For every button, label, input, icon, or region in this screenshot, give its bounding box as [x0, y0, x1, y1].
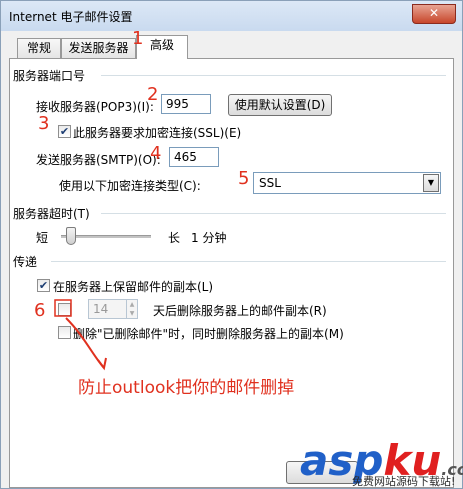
close-button[interactable]: ✕	[412, 4, 456, 24]
spin-down-icon[interactable]: ▼	[130, 310, 135, 317]
timeout-long-label: 长	[168, 231, 181, 245]
spin-up-icon[interactable]: ▲	[130, 301, 135, 308]
email-settings-window: Internet 电子邮件设置 ✕ 常规 发送服务器 高级 服务器端口号 接收服…	[0, 0, 463, 489]
delivery-section-label: 传递	[13, 253, 42, 270]
days-input[interactable]: 14	[88, 299, 128, 319]
title-bar: Internet 电子邮件设置 ✕	[1, 1, 462, 31]
tab-outgoing-server[interactable]: 发送服务器	[61, 38, 136, 58]
annotation-1: 1	[132, 28, 144, 49]
keep-copy-checkbox[interactable]: ✔	[37, 279, 50, 292]
window-title: Internet 电子邮件设置	[9, 10, 133, 24]
remove-after-label: 天后删除服务器上的邮件副本(R)	[153, 304, 327, 318]
ports-section-label: 服务器端口号	[13, 67, 90, 84]
annotation-3: 3	[38, 113, 50, 134]
tab-advanced[interactable]: 高级	[136, 35, 188, 59]
annotation-4: 4	[150, 143, 162, 164]
advanced-panel	[9, 58, 454, 488]
keep-copy-label: 在服务器上保留邮件的副本(L)	[53, 280, 214, 294]
dropdown-arrow-icon[interactable]: ▼	[423, 174, 439, 192]
remove-after-checkbox[interactable]	[58, 303, 71, 316]
encryption-type-select[interactable]: SSL ▼	[253, 172, 441, 194]
watermark-tagline: 免费网站源码下载站!	[352, 475, 456, 488]
encryption-type-value: SSL	[259, 176, 281, 190]
outgoing-port-input[interactable]: 465	[169, 147, 219, 167]
remove-deleted-checkbox[interactable]	[58, 326, 71, 339]
annotation-5: 5	[238, 168, 250, 189]
encryption-type-label: 使用以下加密连接类型(C):	[59, 179, 201, 193]
timeout-value: 1 分钟	[191, 231, 227, 245]
annotation-6: 6	[34, 300, 46, 321]
delivery-divider	[51, 261, 446, 262]
ssl-required-label: 此服务器要求加密连接(SSL)(E)	[73, 126, 242, 140]
ports-divider	[101, 75, 446, 76]
check-mark-icon: ✔	[59, 125, 70, 138]
timeout-divider	[101, 213, 446, 214]
outgoing-server-label: 发送服务器(SMTP)(O):	[36, 153, 161, 167]
check-mark-icon: ✔	[38, 279, 49, 292]
ssl-required-checkbox[interactable]: ✔	[58, 125, 71, 138]
timeout-slider-thumb[interactable]	[65, 227, 76, 245]
annotation-note: 防止outlook把你的邮件删掉	[78, 378, 295, 398]
annotation-2: 2	[147, 84, 159, 105]
days-spinner[interactable]: ▲ ▼	[126, 299, 138, 319]
use-defaults-button[interactable]: 使用默认设置(D)	[228, 94, 332, 116]
remove-deleted-label: 删除"已删除邮件"时，同时删除服务器上的副本(M)	[73, 327, 344, 341]
incoming-port-input[interactable]: 995	[161, 94, 211, 114]
timeout-section-label: 服务器超时(T)	[13, 205, 94, 222]
timeout-short-label: 短	[36, 231, 49, 245]
tab-general[interactable]: 常规	[17, 38, 61, 58]
incoming-server-label: 接收服务器(POP3)(I):	[36, 100, 154, 114]
